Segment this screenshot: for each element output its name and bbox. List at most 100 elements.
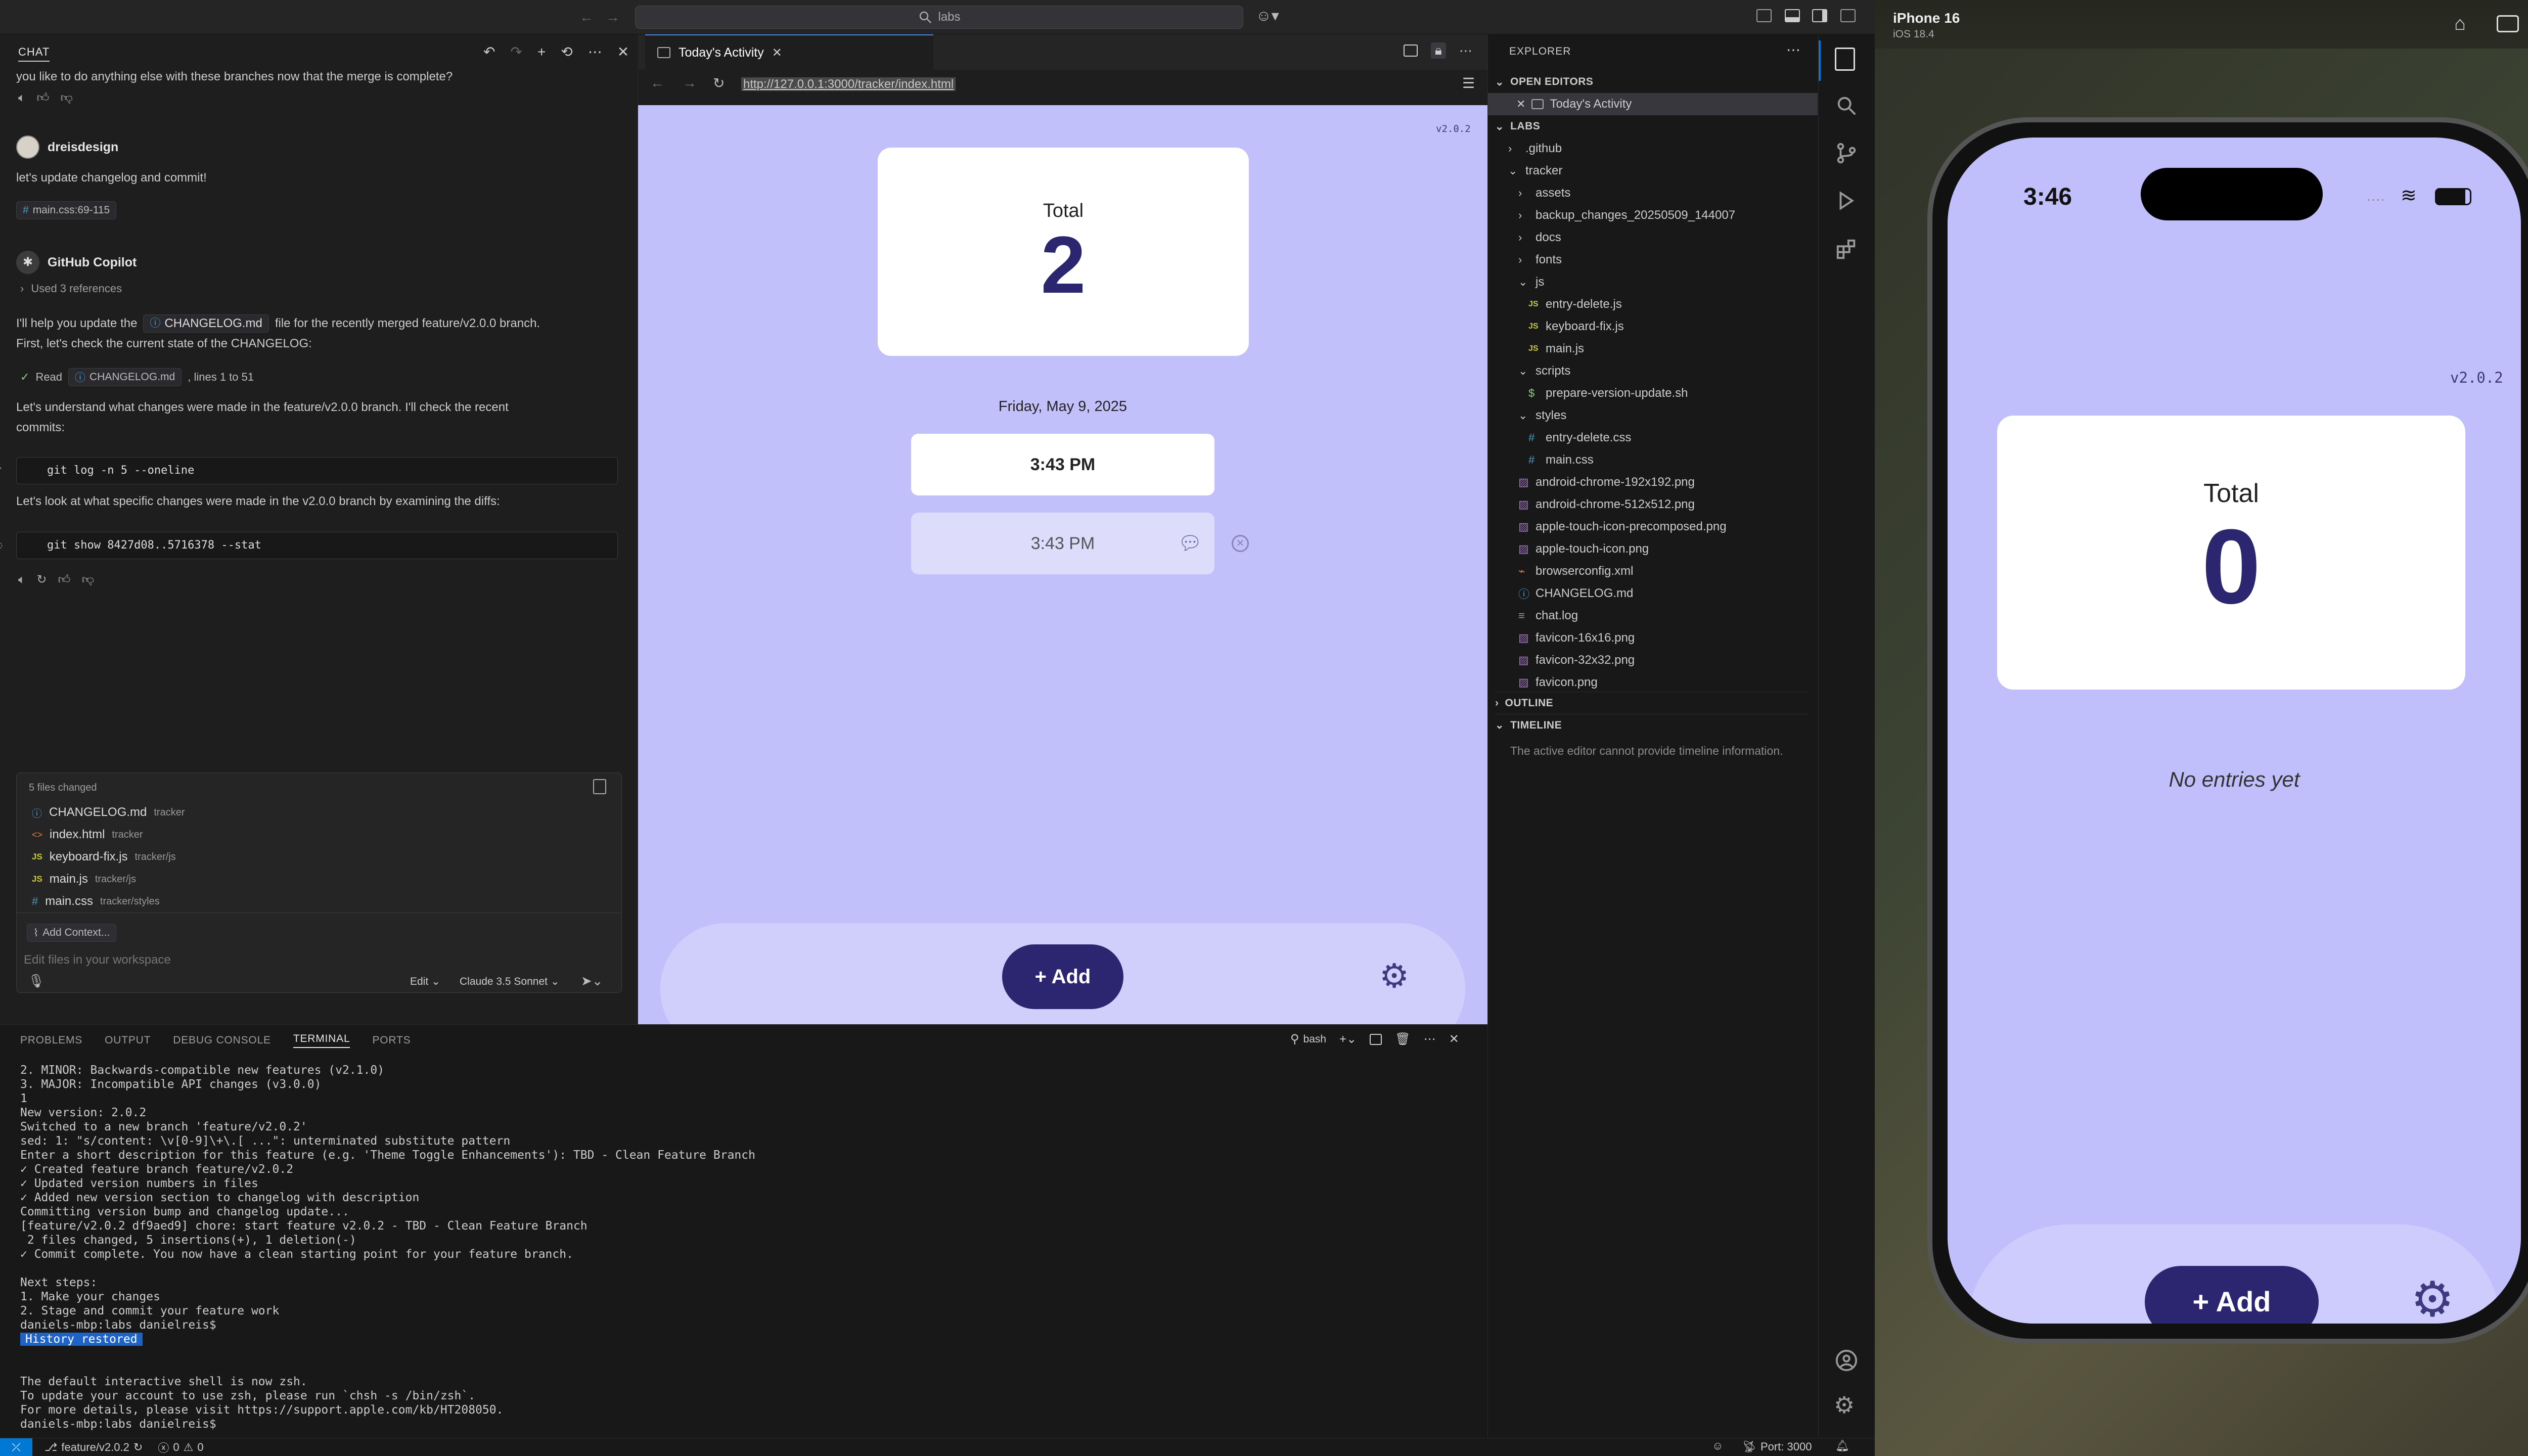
- history-icon[interactable]: ⟲: [561, 43, 572, 60]
- bell-icon[interactable]: 🔔︎: [1835, 1439, 1849, 1452]
- file-chip[interactable]: ⓘ CHANGELOG.md: [143, 314, 269, 333]
- forward-arrow-icon[interactable]: →: [683, 75, 697, 91]
- microphone-icon[interactable]: 🎙︎: [28, 973, 44, 989]
- entry-row-editing[interactable]: 3:43 PM 💬︎: [911, 513, 1214, 574]
- tab-terminal[interactable]: TERMINAL: [293, 1033, 350, 1048]
- close-icon[interactable]: ✕: [1516, 98, 1525, 111]
- port-indicator[interactable]: 📡︎ Port: 3000: [1742, 1440, 1812, 1453]
- tab-output[interactable]: OUTPUT: [105, 1034, 151, 1046]
- references-toggle[interactable]: › Used 3 references: [20, 282, 122, 295]
- file-item[interactable]: ▨ android-chrome-192x192.png: [1488, 471, 1818, 493]
- file-item[interactable]: ▨ favicon-32x32.png: [1488, 649, 1818, 671]
- tab-todays-activity[interactable]: Today's Activity ✕: [645, 34, 933, 70]
- read-file-chip[interactable]: ⓘ CHANGELOG.md: [68, 368, 182, 386]
- hamburger-icon[interactable]: ☰: [1462, 75, 1475, 92]
- lock-icon[interactable]: 🔒︎: [1431, 42, 1446, 59]
- undo-icon[interactable]: ↶: [483, 43, 495, 60]
- terminal-command-2[interactable]: ◌ git show 8427d08..5716378 --stat: [0, 532, 618, 559]
- tab-problems[interactable]: PROBLEMS: [20, 1034, 82, 1046]
- layout-toggle-secondary-icon[interactable]: [1812, 9, 1827, 22]
- changed-file-row[interactable]: # main.css tracker/styles: [17, 890, 621, 913]
- split-editor-icon[interactable]: [1404, 44, 1418, 57]
- folder-item[interactable]: › docs: [1488, 226, 1818, 249]
- more-icon[interactable]: ⋯: [1424, 1032, 1436, 1046]
- folder-item[interactable]: ⌄ scripts: [1488, 360, 1818, 382]
- reload-icon[interactable]: ↻: [713, 75, 725, 92]
- file-item[interactable]: JS entry-delete.js: [1488, 293, 1818, 315]
- folder-item[interactable]: ⌄ js: [1488, 271, 1818, 293]
- file-item[interactable]: ▨ apple-touch-icon-precomposed.png: [1488, 516, 1818, 538]
- folder-item[interactable]: › fonts: [1488, 249, 1818, 271]
- mode-picker[interactable]: Edit ⌄: [410, 975, 440, 988]
- remote-indicator-icon[interactable]: ⤫: [0, 1438, 32, 1456]
- file-item[interactable]: ▨ android-chrome-512x512.png: [1488, 493, 1818, 516]
- outline-header[interactable]: › OUTLINE: [1495, 692, 1809, 714]
- add-button[interactable]: + Add: [2145, 1266, 2319, 1324]
- more-icon[interactable]: ⋯: [1459, 43, 1472, 59]
- terminal-command-1[interactable]: ✓ git log -n 5 --oneline: [0, 457, 618, 484]
- close-icon[interactable]: ✕: [772, 46, 782, 60]
- add-context-button[interactable]: ⌇ Add Context...: [27, 924, 117, 942]
- extensions-icon[interactable]: [1835, 238, 1858, 261]
- gear-icon[interactable]: ⚙: [2411, 1271, 2454, 1324]
- file-item[interactable]: JS main.js: [1488, 338, 1818, 360]
- folder-item[interactable]: › backup_changes_20250509_144007: [1488, 204, 1818, 226]
- retry-icon[interactable]: ↻: [36, 572, 47, 587]
- timeline-header[interactable]: ⌄ TIMELINE: [1495, 714, 1809, 736]
- search-icon[interactable]: [1835, 94, 1858, 117]
- more-icon[interactable]: ⋯: [1786, 41, 1800, 58]
- run-debug-icon[interactable]: [1835, 189, 1858, 212]
- file-item[interactable]: ▨ favicon.png: [1488, 671, 1818, 694]
- entry-row[interactable]: 3:43 PM: [911, 434, 1214, 495]
- split-terminal-icon[interactable]: [1370, 1033, 1382, 1045]
- new-terminal-icon[interactable]: +⌄: [1339, 1032, 1357, 1046]
- file-item[interactable]: # main.css: [1488, 449, 1818, 471]
- workspace-header[interactable]: ⌄ LABS: [1495, 115, 1540, 138]
- new-chat-icon[interactable]: +: [537, 44, 546, 60]
- view-diff-icon[interactable]: [593, 779, 606, 794]
- command-center[interactable]: labs: [635, 6, 1243, 29]
- files-icon[interactable]: [1835, 48, 1855, 71]
- gear-icon[interactable]: ⚙: [1834, 1391, 1855, 1419]
- open-editor-item[interactable]: ✕ Today's Activity: [1488, 93, 1818, 115]
- changed-file-row[interactable]: ⓘ CHANGELOG.md tracker: [17, 801, 621, 824]
- url-input[interactable]: http://127.0.0.1:3000/tracker/index.html: [737, 74, 1455, 95]
- tab-debug-console[interactable]: DEBUG CONSOLE: [173, 1034, 271, 1046]
- copilot-icon[interactable]: ☺▾: [1256, 7, 1279, 25]
- terminal-shell-selector[interactable]: ⚲ bash: [1290, 1032, 1326, 1046]
- redo-icon[interactable]: ↷: [510, 43, 522, 60]
- file-item[interactable]: ≡ chat.log: [1488, 605, 1818, 627]
- screenshot-icon[interactable]: [2497, 15, 2519, 32]
- copilot-status-icon[interactable]: ☺: [1712, 1439, 1723, 1452]
- open-editors-header[interactable]: ⌄ OPEN EDITORS: [1495, 71, 1593, 93]
- source-control-icon[interactable]: [1835, 142, 1858, 165]
- changed-file-row[interactable]: JS keyboard-fix.js tracker/js: [17, 846, 621, 868]
- file-item[interactable]: ⌁ browserconfig.xml: [1488, 560, 1818, 582]
- customize-layout-icon[interactable]: [1840, 9, 1856, 22]
- problems-indicator[interactable]: ⓧ 0 ⚠ 0: [158, 1439, 203, 1455]
- folder-item[interactable]: › .github: [1488, 138, 1818, 160]
- send-icon[interactable]: ➤⌄: [581, 973, 603, 989]
- delete-entry-icon[interactable]: ✕: [1232, 535, 1249, 552]
- thumbs-down-icon[interactable]: 👎︎: [82, 573, 94, 587]
- file-item[interactable]: ⓘ CHANGELOG.md: [1488, 582, 1818, 605]
- close-icon[interactable]: ✕: [1449, 1032, 1459, 1046]
- back-arrow-icon[interactable]: ←: [579, 9, 594, 25]
- gear-icon[interactable]: ⚙: [1379, 957, 1409, 995]
- changed-file-row[interactable]: JS main.js tracker/js: [17, 868, 621, 890]
- branch-indicator[interactable]: ⎇ feature/v2.0.2 ↻: [44, 1441, 143, 1454]
- add-button[interactable]: + Add: [1002, 944, 1123, 1009]
- thumbs-up-icon[interactable]: 👍︎: [36, 91, 49, 105]
- more-icon[interactable]: ⋯: [588, 43, 602, 60]
- forward-arrow-icon[interactable]: →: [606, 9, 620, 25]
- file-item[interactable]: ▨ favicon-16x16.png: [1488, 627, 1818, 649]
- tab-ports[interactable]: PORTS: [372, 1034, 411, 1046]
- back-arrow-icon[interactable]: ←: [650, 75, 664, 91]
- file-item[interactable]: JS keyboard-fix.js: [1488, 315, 1818, 338]
- terminal-output[interactable]: 2. MINOR: Backwards-compatible new featu…: [20, 1063, 1456, 1431]
- thumbs-up-icon[interactable]: 👍︎: [58, 573, 71, 587]
- folder-item[interactable]: ⌄ styles: [1488, 404, 1818, 427]
- file-item[interactable]: $ prepare-version-update.sh: [1488, 382, 1818, 404]
- trash-icon[interactable]: 🗑︎: [1395, 1032, 1410, 1046]
- layout-toggle-panel-icon[interactable]: [1785, 9, 1800, 22]
